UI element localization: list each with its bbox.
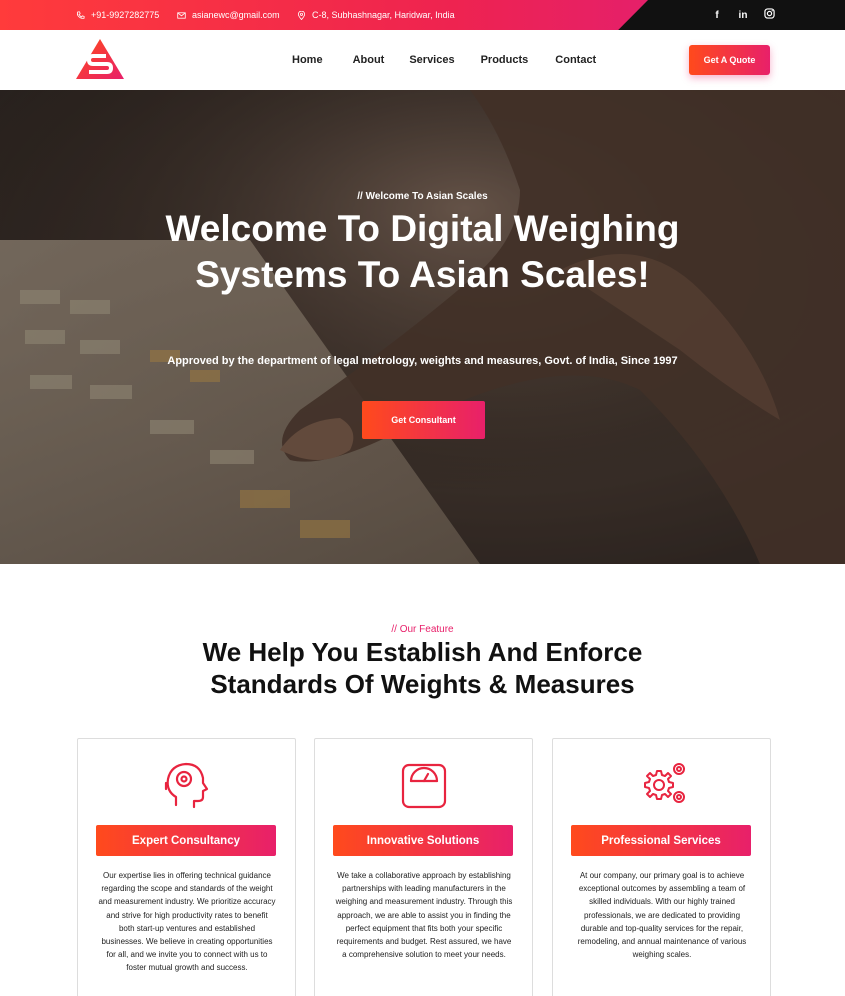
- mail-icon: [177, 11, 186, 19]
- email-contact[interactable]: asianewc@gmail.com: [177, 0, 280, 30]
- brand-logo[interactable]: [76, 39, 126, 81]
- innovative-solutions-button[interactable]: Innovative Solutions: [333, 825, 513, 856]
- nav-home[interactable]: Home: [292, 54, 323, 66]
- phone-contact[interactable]: +91-9927282775: [76, 0, 159, 30]
- features-kicker: // Our Feature: [391, 624, 454, 635]
- hero-dark-overlay: [0, 90, 845, 564]
- phone-icon: [76, 10, 85, 19]
- feature-card-services: Professional Services At our company, ou…: [552, 738, 771, 996]
- hero-kicker: // Welcome To Asian Scales: [357, 191, 488, 202]
- main-navbar: Home About Services Products Contact Get…: [0, 30, 845, 90]
- facebook-icon[interactable]: f: [711, 10, 723, 21]
- gears-icon: [644, 763, 685, 803]
- hero-subtitle: Approved by the department of legal metr…: [167, 355, 678, 367]
- expert-consultancy-button[interactable]: Expert Consultancy: [96, 825, 276, 856]
- hero-section: // Welcome To Asian Scales Welcome To Di…: [0, 90, 845, 564]
- feature-card-text: We take a collaborative approach by esta…: [335, 871, 513, 960]
- location-pin-icon: [297, 10, 306, 20]
- weighing-scale-icon: [401, 763, 447, 809]
- feature-card-solutions: Innovative Solutions We take a collabora…: [314, 738, 533, 996]
- features-title: We Help You Establish And Enforce Standa…: [202, 637, 643, 699]
- get-a-quote-button[interactable]: Get A Quote: [689, 45, 770, 75]
- nav-services[interactable]: Services: [409, 54, 454, 66]
- phone-text: +91-9927282775: [91, 10, 160, 20]
- address-text: C-8, Subhashnagar, Haridwar, India: [312, 10, 455, 20]
- feature-card-text: At our company, our primary goal is to a…: [577, 871, 747, 960]
- instagram-icon[interactable]: [763, 8, 775, 22]
- address-contact: C-8, Subhashnagar, Haridwar, India: [297, 0, 455, 30]
- email-text: asianewc@gmail.com: [192, 10, 280, 20]
- consultant-head-icon: [164, 762, 209, 809]
- social-links: f in: [711, 0, 775, 30]
- feature-card-consultancy: Expert Consultancy Our expertise lies in…: [77, 738, 296, 996]
- get-consultant-button[interactable]: Get Consultant: [362, 401, 485, 439]
- feature-card-text: Our expertise lies in offering technical…: [98, 871, 276, 973]
- nav-contact[interactable]: Contact: [555, 54, 596, 66]
- professional-services-button[interactable]: Professional Services: [571, 825, 751, 856]
- main-menu: Home About Services Products Contact: [280, 30, 626, 90]
- nav-about[interactable]: About: [353, 54, 385, 66]
- nav-products[interactable]: Products: [481, 54, 529, 66]
- linkedin-icon[interactable]: in: [737, 10, 749, 21]
- top-bar: +91-9927282775 asianewc@gmail.com C-8, S…: [0, 0, 845, 30]
- hero-title: Welcome To Digital Weighing Systems To A…: [165, 208, 680, 295]
